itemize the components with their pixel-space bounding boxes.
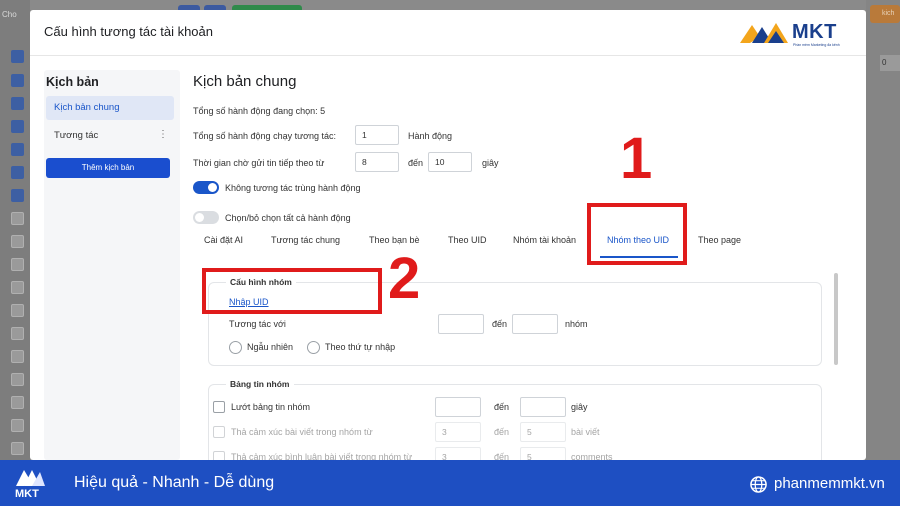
browse-feed-from-input[interactable]: [435, 397, 481, 417]
wait-unit: giây: [482, 158, 499, 168]
react-posts-checkbox[interactable]: [213, 426, 225, 438]
background-checkbox: [11, 419, 24, 432]
react-comments-label: Thả cảm xúc bình luận bài viết trong nhó…: [231, 452, 413, 460]
more-menu-icon[interactable]: ⋮: [158, 129, 168, 140]
background-label: Cho: [2, 10, 17, 19]
background-checkbox: [11, 350, 24, 363]
news-feed-section: [208, 384, 822, 460]
annotation-number-step2: 2: [388, 246, 421, 311]
react-comments-from-input[interactable]: 3: [435, 447, 481, 460]
background-checkbox: [11, 281, 24, 294]
radio-order[interactable]: [307, 341, 320, 354]
sidebar-item-kich-ban-chung[interactable]: Kịch bản chung: [46, 96, 174, 120]
browse-feed-to-label: đến: [494, 402, 510, 412]
background-checkbox: [11, 235, 24, 248]
dialog-header: Cấu hình tương tác tài khoản MKT Phần mề…: [30, 10, 866, 56]
radio-random-label: Ngẫu nhiên: [247, 342, 294, 352]
sidebar-item-label: Kịch bản chung: [54, 102, 120, 113]
footer-logo-text: MKT: [15, 488, 39, 500]
background-checkbox: [11, 258, 24, 271]
dialog-title: Cấu hình tương tác tài khoản: [44, 24, 213, 39]
wait-to-label: đến: [408, 158, 424, 168]
account-interaction-dialog: Cấu hình tương tác tài khoản MKT Phần mề…: [30, 10, 866, 460]
react-posts-unit: bài viết: [571, 427, 600, 437]
footer-slogan: Hiệu quả - Nhanh - Dễ dùng: [74, 474, 275, 491]
radio-order-label: Theo thứ tự nhập: [325, 342, 396, 352]
group-count-from-input[interactable]: [438, 314, 484, 334]
tab-theo-page[interactable]: Theo page: [698, 235, 741, 245]
tab-tuong-tac-chung[interactable]: Tương tác chung: [271, 235, 340, 245]
select-all-toggle[interactable]: [193, 211, 219, 224]
background-kich-button: kich: [870, 5, 900, 23]
footer-banner: MKT Hiệu quả - Nhanh - Dễ dùng phanmemmk…: [0, 460, 900, 506]
background-checkbox: [11, 327, 24, 340]
background-checkbox: [11, 50, 24, 63]
news-feed-title: Bảng tin nhóm: [226, 379, 294, 389]
globe-icon: [750, 476, 767, 493]
interact-with-label: Tương tác với: [229, 319, 286, 329]
run-count-unit: Hành động: [408, 131, 453, 141]
footer-logo: MKT: [14, 464, 46, 502]
background-checkbox: [11, 120, 24, 133]
total-selected-text: Tổng số hành động đang chọn: 5: [193, 106, 326, 116]
footer-logo-icon: [16, 470, 45, 486]
react-posts-to-label: đến: [494, 427, 510, 437]
wait-time-label: Thời gian chờ gửi tin tiếp theo từ: [193, 158, 325, 168]
annotation-number-step1: 1: [620, 126, 653, 191]
browse-feed-checkbox[interactable]: [213, 401, 225, 413]
run-count-label: Tổng số hành động chạy tương tác:: [193, 131, 337, 141]
annotation-box-step1: [587, 203, 687, 265]
add-scenario-button[interactable]: Thêm kịch bản: [46, 158, 170, 178]
react-posts-label: Thả cảm xúc bài viết trong nhóm từ: [231, 427, 373, 437]
footer-website[interactable]: phanmemmkt.vn: [774, 475, 885, 492]
content-scrollbar[interactable]: [834, 273, 838, 365]
no-duplicate-toggle[interactable]: [193, 181, 219, 194]
react-comments-unit: comments: [571, 452, 613, 460]
tab-nhom-tai-khoan[interactable]: Nhóm tài khoản: [513, 235, 576, 245]
react-comments-to-label: đến: [494, 452, 510, 460]
logo-tagline: Phần mềm Marketing đa kênh: [793, 43, 840, 47]
background-checkbox: [11, 74, 24, 87]
tab-theo-uid[interactable]: Theo UID: [448, 235, 487, 245]
page-title: Kịch bản chung: [193, 73, 297, 90]
sidebar-item-label: Tương tác: [54, 130, 99, 141]
select-all-label: Chọn/bỏ chọn tất cả hành động: [225, 213, 351, 223]
radio-random[interactable]: [229, 341, 242, 354]
group-count-unit: nhóm: [565, 319, 588, 329]
background-checkbox: [11, 442, 24, 455]
annotation-box-step2: [202, 268, 382, 314]
tab-theo-ban-be[interactable]: Theo bạn bè: [369, 235, 420, 245]
wait-to-input[interactable]: 10: [428, 152, 472, 172]
scenario-sidebar: Kịch bản Kịch bản chung Tương tác ⋮ Thêm…: [44, 70, 180, 460]
tab-cai-dat-ai[interactable]: Cài đặt AI: [204, 235, 243, 245]
background-value: 0: [880, 55, 900, 71]
background-checkbox: [11, 304, 24, 317]
group-count-to-label: đến: [492, 319, 508, 329]
browse-feed-label: Lướt bảng tin nhóm: [231, 402, 310, 412]
react-comments-checkbox[interactable]: [213, 451, 225, 460]
mkt-logo-icon: [740, 23, 788, 43]
background-checkbox: [11, 166, 24, 179]
sidebar-title: Kịch bản: [46, 75, 99, 89]
background-checkbox: [11, 189, 24, 202]
no-duplicate-label: Không tương tác trùng hành động: [225, 183, 361, 193]
background-checkbox: [11, 97, 24, 110]
react-posts-from-input[interactable]: 3: [435, 422, 481, 442]
logo-wordmark: MKT: [792, 21, 837, 43]
react-posts-to-input[interactable]: 5: [520, 422, 566, 442]
background-checkbox: [11, 373, 24, 386]
background-checkbox: [11, 396, 24, 409]
wait-from-input[interactable]: 8: [355, 152, 399, 172]
background-right-panel: kich 0: [866, 0, 900, 460]
sidebar-item-tuong-tac[interactable]: Tương tác ⋮: [46, 124, 174, 148]
run-count-input[interactable]: 1: [355, 125, 399, 145]
browse-feed-to-input[interactable]: [520, 397, 566, 417]
group-count-to-input[interactable]: [512, 314, 558, 334]
background-checkbox: [11, 143, 24, 156]
react-comments-to-input[interactable]: 5: [520, 447, 566, 460]
background-checkbox: [11, 212, 24, 225]
browse-feed-unit: giây: [571, 402, 588, 412]
mkt-logo: MKT Phần mềm Marketing đa kênh: [738, 19, 858, 49]
